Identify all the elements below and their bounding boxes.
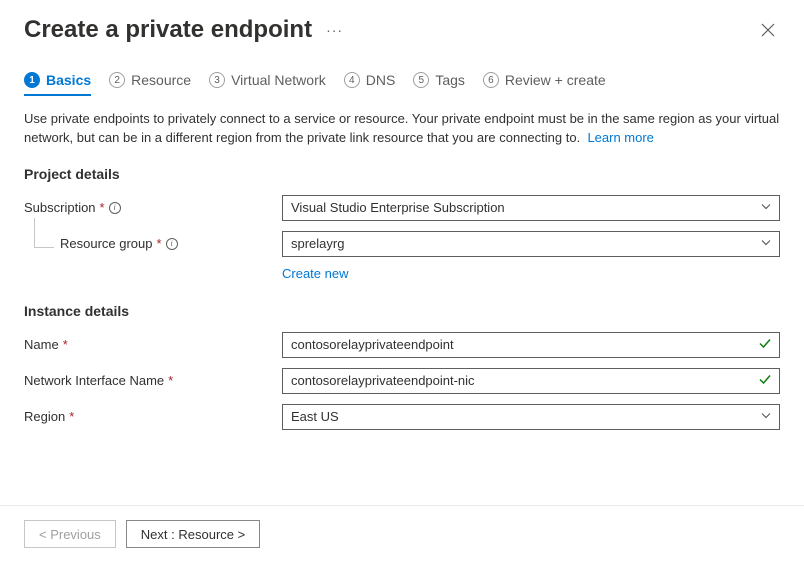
tab-step-number: 6 bbox=[483, 72, 499, 88]
subscription-dropdown[interactable]: Visual Studio Enterprise Subscription bbox=[282, 195, 780, 221]
project-details-title: Project details bbox=[24, 166, 780, 182]
page-title: Create a private endpoint bbox=[24, 16, 312, 44]
main-content: Use private endpoints to privately conne… bbox=[0, 96, 804, 431]
tab-step-number: 4 bbox=[344, 72, 360, 88]
tab-basics[interactable]: 1 Basics bbox=[24, 72, 91, 96]
resource-group-dropdown[interactable]: sprelayrg bbox=[282, 231, 780, 257]
tab-step-number: 5 bbox=[413, 72, 429, 88]
learn-more-link[interactable]: Learn more bbox=[587, 130, 653, 145]
tab-label: Review + create bbox=[505, 72, 606, 88]
info-icon[interactable]: i bbox=[109, 202, 121, 214]
wizard-tabs: 1 Basics 2 Resource 3 Virtual Network 4 … bbox=[0, 52, 804, 96]
region-label: Region * bbox=[24, 409, 282, 424]
next-button[interactable]: Next : Resource > bbox=[126, 520, 260, 548]
tab-step-number: 2 bbox=[109, 72, 125, 88]
tab-review-create[interactable]: 6 Review + create bbox=[483, 72, 606, 96]
info-icon[interactable]: i bbox=[166, 238, 178, 250]
tab-label: DNS bbox=[366, 72, 396, 88]
subscription-label: Subscription * i bbox=[24, 200, 282, 215]
resource-group-row: Resource group * i sprelayrg bbox=[24, 230, 780, 258]
tab-step-number: 1 bbox=[24, 72, 40, 88]
page-header: Create a private endpoint ··· bbox=[0, 0, 804, 52]
required-marker: * bbox=[168, 373, 173, 388]
resource-group-label: Resource group * i bbox=[24, 236, 282, 251]
nic-name-row: Network Interface Name * bbox=[24, 367, 780, 395]
previous-button[interactable]: < Previous bbox=[24, 520, 116, 548]
close-icon bbox=[761, 23, 775, 37]
subscription-row: Subscription * i Visual Studio Enterpris… bbox=[24, 194, 780, 222]
instance-details-title: Instance details bbox=[24, 303, 780, 319]
required-marker: * bbox=[63, 337, 68, 352]
name-input[interactable] bbox=[282, 332, 780, 358]
close-button[interactable] bbox=[756, 18, 780, 42]
required-marker: * bbox=[69, 409, 74, 424]
tab-label: Basics bbox=[46, 72, 91, 88]
tab-label: Resource bbox=[131, 72, 191, 88]
tab-step-number: 3 bbox=[209, 72, 225, 88]
intro-text: Use private endpoints to privately conne… bbox=[24, 110, 780, 148]
wizard-footer: < Previous Next : Resource > bbox=[0, 505, 804, 562]
tab-dns[interactable]: 4 DNS bbox=[344, 72, 396, 96]
region-row: Region * East US bbox=[24, 403, 780, 431]
more-icon[interactable]: ··· bbox=[326, 22, 343, 38]
create-new-link[interactable]: Create new bbox=[282, 266, 780, 281]
tab-label: Tags bbox=[435, 72, 465, 88]
region-dropdown[interactable]: East US bbox=[282, 404, 780, 430]
name-row: Name * bbox=[24, 331, 780, 359]
nic-name-label: Network Interface Name * bbox=[24, 373, 282, 388]
tab-tags[interactable]: 5 Tags bbox=[413, 72, 465, 96]
tab-virtual-network[interactable]: 3 Virtual Network bbox=[209, 72, 326, 96]
tab-resource[interactable]: 2 Resource bbox=[109, 72, 191, 96]
required-marker: * bbox=[100, 200, 105, 215]
nic-name-input[interactable] bbox=[282, 368, 780, 394]
required-marker: * bbox=[157, 236, 162, 251]
tab-label: Virtual Network bbox=[231, 72, 326, 88]
name-label: Name * bbox=[24, 337, 282, 352]
tree-line bbox=[34, 218, 54, 248]
